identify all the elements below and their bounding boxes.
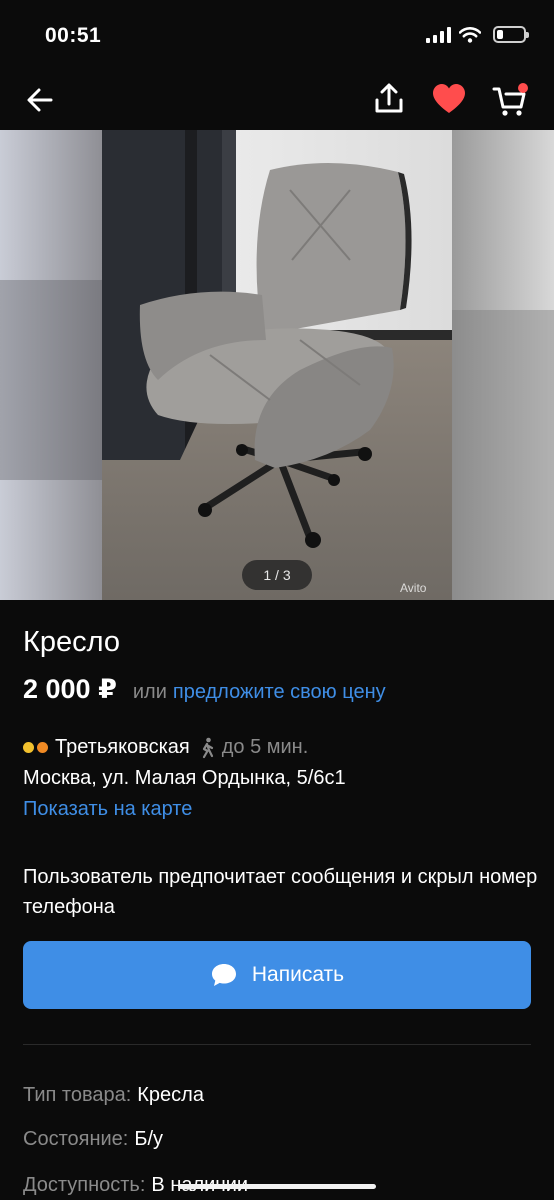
metro-row: Третьяковская до 5 мин. (23, 736, 308, 759)
param-key: Тип товара: (23, 1084, 132, 1106)
price-or-label: или (132, 681, 167, 703)
param-condition: Состояние: Б/у (23, 1128, 163, 1151)
cart-button[interactable] (490, 80, 530, 120)
metro-line-dot (37, 742, 48, 753)
photo-counter: 1 / 3 (242, 560, 312, 590)
show-on-map-link[interactable]: Показать на карте (23, 798, 192, 821)
write-message-button[interactable]: Написать (23, 941, 531, 1009)
section-divider (23, 1044, 531, 1045)
walk-time: до 5 мин. (221, 736, 309, 758)
heart-favorite-icon[interactable] (430, 80, 468, 118)
param-key: Состояние: (23, 1128, 129, 1150)
address: Москва, ул. Малая Ордынка, 5/6с1 (23, 767, 346, 789)
cellular-signal-icon (426, 26, 451, 43)
walking-person-icon (202, 737, 213, 758)
listing-price: 2 000 ₽ (23, 674, 117, 704)
offer-price-link[interactable]: предложите свою цену (173, 681, 386, 704)
battery-icon (493, 26, 529, 43)
home-indicator[interactable] (178, 1184, 376, 1189)
listing-title: Кресло (23, 626, 121, 658)
status-bar: 00:51 (0, 0, 554, 70)
metro-station: Третьяковская (55, 736, 190, 758)
status-icons (426, 26, 529, 43)
param-value: Б/у (134, 1128, 164, 1150)
metro-line-dot (23, 742, 34, 753)
photo-watermark: Avito (400, 581, 427, 595)
price-row: 2 000 ₽ или предложите свою цену (23, 674, 386, 705)
chat-bubble-icon (211, 964, 236, 986)
back-arrow-icon[interactable] (22, 82, 58, 118)
param-key: Доступность: (23, 1174, 146, 1196)
write-button-label: Написать (251, 963, 345, 986)
param-value: Кресла (137, 1084, 204, 1106)
contact-preference-note: Пользователь предпочитает сообщения и ск… (23, 866, 538, 918)
share-icon[interactable] (370, 80, 408, 118)
cart-notification-dot (518, 83, 528, 93)
status-time: 00:51 (45, 24, 102, 47)
param-item-type: Тип товара: Кресла (23, 1084, 204, 1107)
nav-bar (0, 70, 554, 130)
photo-gallery[interactable]: 1 / 3 Avito (0, 130, 554, 600)
listing-photo[interactable] (0, 130, 554, 600)
wifi-icon (459, 26, 481, 43)
metro-line-dots (23, 742, 48, 753)
